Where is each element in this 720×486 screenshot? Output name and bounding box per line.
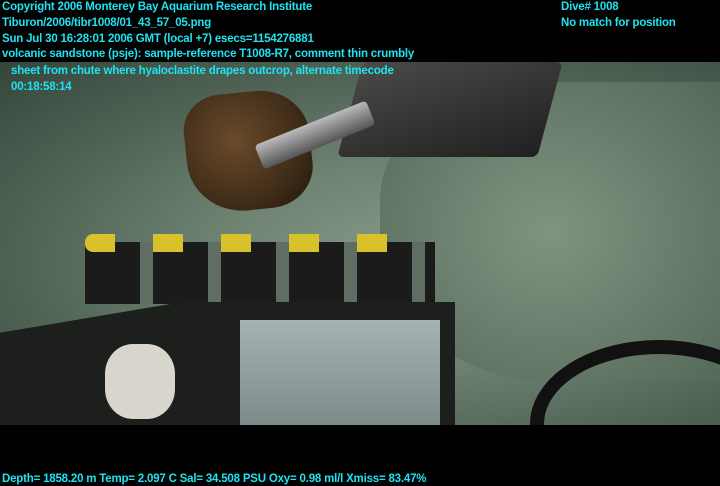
tray-panel — [240, 320, 440, 425]
position-status: No match for position — [561, 17, 676, 29]
yellow-sponges — [85, 234, 425, 252]
sample-bag — [105, 344, 175, 419]
rov-frame: Copyright 2006 Monterey Bay Aquarium Res… — [0, 0, 720, 486]
comment-line-3: 00:18:58:14 — [11, 81, 72, 93]
dive-number: Dive# 1008 — [561, 1, 619, 13]
sensor-readout: Depth= 1858.20 m Temp= 2.097 C Sal= 34.5… — [2, 473, 427, 485]
seafloor-photo — [0, 62, 720, 425]
copyright-text: Copyright 2006 Monterey Bay Aquarium Res… — [2, 1, 313, 13]
file-path-text: Tiburon/2006/tibr1008/01_43_57_05.png — [2, 17, 212, 29]
comment-line-2: sheet from chute where hyaloclastite dra… — [11, 65, 394, 77]
comment-line-1: volcanic sandstone (psje): sample-refere… — [2, 48, 415, 60]
datetime-text: Sun Jul 30 16:28:01 2006 GMT (local +7) … — [2, 33, 314, 45]
